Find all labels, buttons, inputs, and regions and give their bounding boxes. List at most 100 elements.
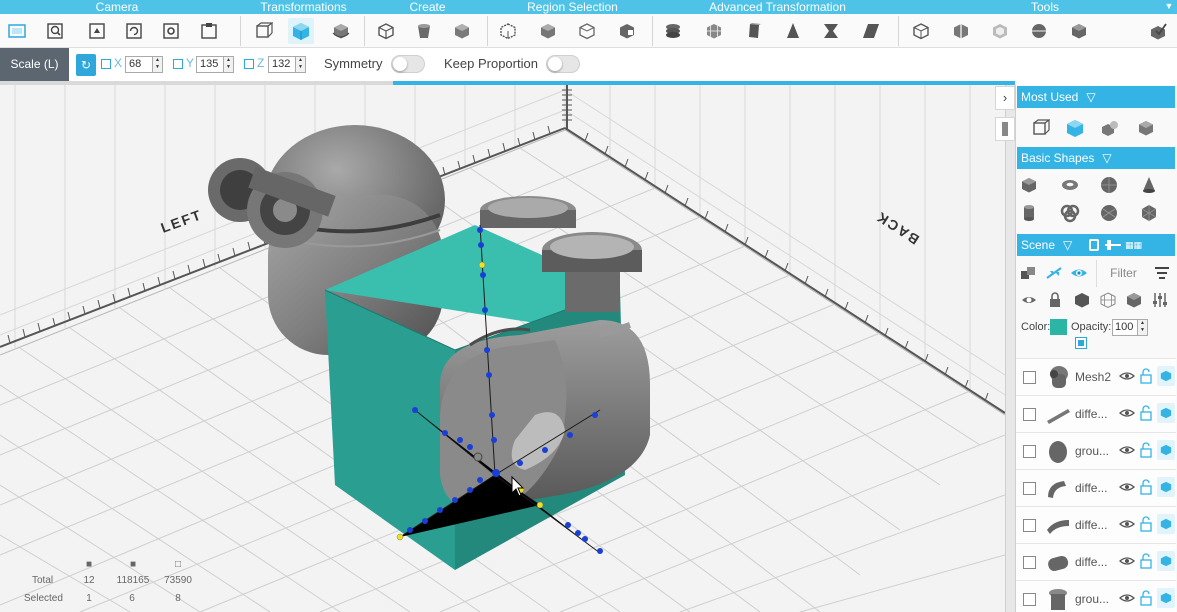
zoom-fit-icon[interactable] bbox=[42, 18, 68, 44]
object-type-cube-icon[interactable] bbox=[1157, 588, 1175, 608]
object-visibility-eye-icon[interactable] bbox=[1119, 553, 1135, 569]
apply-color-checkbox[interactable] bbox=[1075, 337, 1087, 349]
scene-object-row[interactable]: diffe... bbox=[1016, 469, 1176, 506]
object-type-cube-icon[interactable] bbox=[1157, 403, 1175, 423]
shape-geosphere-icon[interactable] bbox=[1097, 201, 1121, 225]
panel-grip-icon[interactable] bbox=[995, 117, 1015, 141]
z-scale-input[interactable]: 132 ▲ ▼ bbox=[268, 56, 306, 73]
basic-shapes-header[interactable]: Basic Shapes ▽ bbox=[1017, 147, 1175, 169]
shape-sphere-icon[interactable] bbox=[1097, 173, 1121, 197]
collapse-panel-icon[interactable]: › bbox=[995, 86, 1015, 110]
shape-cone-icon[interactable] bbox=[1137, 173, 1161, 197]
panel-splitter[interactable] bbox=[1005, 85, 1015, 612]
scene-object-row[interactable]: diffe... bbox=[1016, 506, 1176, 543]
x-axis-checkbox[interactable] bbox=[101, 59, 111, 69]
adjust-sliders-icon[interactable] bbox=[1148, 288, 1172, 312]
ribbon-header-create[interactable]: Create bbox=[380, 0, 475, 14]
toggle-visibility-icon[interactable] bbox=[1017, 288, 1041, 312]
toggle-lock-icon[interactable] bbox=[1043, 288, 1067, 312]
object-select-checkbox[interactable] bbox=[1023, 482, 1036, 495]
rotate-icon[interactable] bbox=[1134, 116, 1158, 140]
ribbon-header-transformations[interactable]: Transformations bbox=[246, 0, 361, 14]
object-type-cube-icon[interactable] bbox=[1157, 366, 1175, 386]
camera-settings-icon[interactable] bbox=[158, 18, 184, 44]
hollow-icon[interactable] bbox=[987, 18, 1013, 44]
wireframe-view-icon[interactable] bbox=[1096, 288, 1120, 312]
taper-icon[interactable] bbox=[780, 18, 806, 44]
ribbon-header-tools[interactable]: Tools bbox=[1010, 0, 1080, 14]
object-visibility-eye-icon[interactable] bbox=[1119, 405, 1135, 421]
most-used-collapse-icon[interactable]: ▽ bbox=[1086, 86, 1095, 108]
add-box-icon[interactable] bbox=[449, 18, 475, 44]
mesh-rear-body[interactable] bbox=[208, 125, 445, 355]
split-icon[interactable] bbox=[1026, 18, 1052, 44]
scene-view-slider-knob[interactable] bbox=[1107, 240, 1111, 250]
rotate-icon[interactable] bbox=[328, 18, 354, 44]
slice-icon[interactable] bbox=[948, 18, 974, 44]
home-view-icon[interactable] bbox=[4, 18, 30, 44]
object-lock-icon[interactable] bbox=[1139, 479, 1153, 495]
object-select-checkbox[interactable] bbox=[1023, 408, 1036, 421]
object-type-cube-icon[interactable] bbox=[1157, 514, 1175, 534]
scene-object-row[interactable]: diffe... bbox=[1016, 395, 1176, 432]
x-scale-stepper[interactable]: ▲ ▼ bbox=[152, 57, 162, 72]
z-axis-checkbox[interactable] bbox=[244, 59, 254, 69]
object-lock-icon[interactable] bbox=[1139, 442, 1153, 458]
shape-torus-icon[interactable] bbox=[1058, 173, 1082, 197]
solid-view-icon[interactable] bbox=[1070, 288, 1094, 312]
scene-view-grid-icon[interactable]: ▦▦ bbox=[1125, 240, 1142, 250]
object-visibility-eye-icon[interactable] bbox=[1119, 479, 1135, 495]
object-type-cube-icon[interactable] bbox=[1157, 440, 1175, 460]
scene-object-row[interactable]: grou... bbox=[1016, 580, 1176, 612]
uniform-scale-lock-icon[interactable]: ↻ bbox=[76, 54, 96, 76]
object-select-checkbox[interactable] bbox=[1023, 519, 1036, 532]
object-color-swatch[interactable] bbox=[1050, 319, 1067, 335]
snapshot-icon[interactable] bbox=[84, 18, 110, 44]
lattice-icon[interactable] bbox=[701, 18, 727, 44]
y-axis-checkbox[interactable] bbox=[173, 59, 183, 69]
object-select-checkbox[interactable] bbox=[1023, 371, 1036, 384]
shape-cube-icon[interactable] bbox=[1017, 173, 1041, 197]
rotate-view-icon[interactable] bbox=[121, 18, 147, 44]
scene-view-list-icon[interactable] bbox=[1089, 239, 1099, 251]
object-lock-icon[interactable] bbox=[1139, 368, 1153, 384]
scene-object-row[interactable]: Mesh2 bbox=[1016, 358, 1176, 395]
z-scale-stepper[interactable]: ▲ ▼ bbox=[295, 57, 305, 72]
3d-viewport[interactable]: LEFT BACK ■ ■ □ Total 12 118165 73590 Se… bbox=[0, 85, 1005, 612]
measure-icon[interactable] bbox=[908, 18, 934, 44]
opacity-input[interactable]: 100 ▲ ▼ bbox=[1112, 319, 1148, 336]
duplicate-icon[interactable] bbox=[1098, 116, 1122, 140]
most-used-header[interactable]: Most Used ▽ bbox=[1017, 86, 1175, 108]
object-visibility-eye-icon[interactable] bbox=[1119, 368, 1135, 384]
select-region-icon[interactable] bbox=[495, 18, 521, 44]
select-brush-icon[interactable] bbox=[535, 18, 561, 44]
scale-icon[interactable] bbox=[250, 18, 276, 44]
repair-icon[interactable] bbox=[1145, 18, 1171, 44]
shape-cylinder-icon[interactable] bbox=[1017, 201, 1041, 225]
object-lock-icon[interactable] bbox=[1139, 553, 1153, 569]
shape-knot-icon[interactable] bbox=[1058, 201, 1082, 225]
select-invert-icon[interactable] bbox=[614, 18, 640, 44]
scene-object-row[interactable]: grou... bbox=[1016, 432, 1176, 469]
scene-header[interactable]: Scene ▽ ▦▦ bbox=[1017, 234, 1175, 256]
move-icon[interactable] bbox=[288, 18, 314, 44]
scene-collapse-icon[interactable]: ▽ bbox=[1063, 234, 1072, 256]
group-objects-icon[interactable] bbox=[1016, 261, 1040, 285]
shape-polyhedron-icon[interactable] bbox=[1137, 201, 1161, 225]
ribbon-header-advanced-transformation[interactable]: Advanced Transformation bbox=[690, 0, 865, 14]
x-scale-input[interactable]: 68 ▲ ▼ bbox=[125, 56, 163, 73]
scale-icon[interactable] bbox=[1028, 116, 1052, 140]
object-select-checkbox[interactable] bbox=[1023, 593, 1036, 606]
object-lock-icon[interactable] bbox=[1139, 516, 1153, 532]
scene-object-row[interactable]: diffe... bbox=[1016, 543, 1176, 580]
object-select-checkbox[interactable] bbox=[1023, 556, 1036, 569]
visibility-eye-icon[interactable] bbox=[1067, 261, 1091, 285]
shaded-view-icon[interactable] bbox=[1122, 288, 1146, 312]
select-face-icon[interactable] bbox=[574, 18, 600, 44]
move-icon[interactable] bbox=[1063, 116, 1087, 140]
scene-filter-button[interactable]: Filter bbox=[1096, 260, 1150, 287]
add-shape-alt-icon[interactable] bbox=[411, 18, 437, 44]
keep-proportion-toggle[interactable] bbox=[546, 55, 580, 73]
object-lock-icon[interactable] bbox=[1139, 590, 1153, 606]
stack-icon[interactable] bbox=[660, 18, 686, 44]
